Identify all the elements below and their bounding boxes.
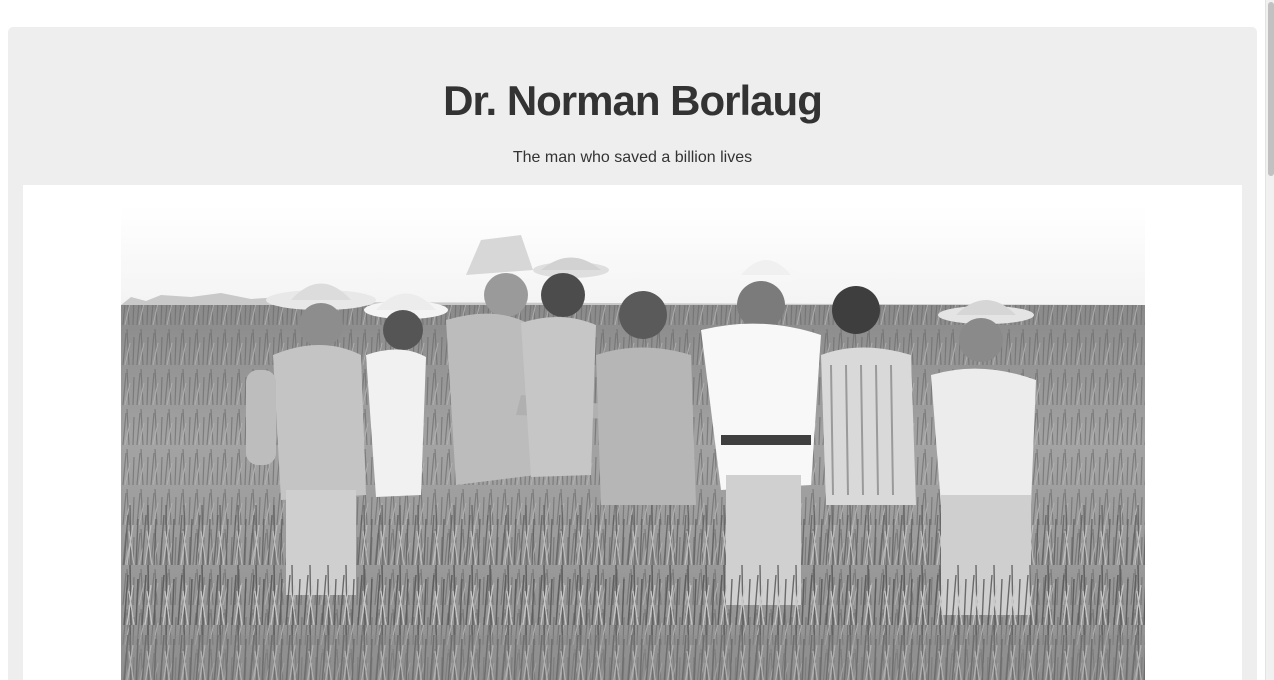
scrollbar-thumb[interactable]: [1268, 2, 1274, 176]
main-container: Dr. Norman Borlaug The man who saved a b…: [8, 27, 1257, 680]
image-panel: [23, 185, 1242, 680]
borlaug-photo: [121, 205, 1145, 680]
page-subtitle: The man who saved a billion lives: [512, 149, 753, 166]
page: Dr. Norman Borlaug The man who saved a b…: [0, 0, 1274, 680]
vertical-scrollbar[interactable]: [1265, 0, 1274, 680]
page-title: Dr. Norman Borlaug: [443, 77, 823, 124]
